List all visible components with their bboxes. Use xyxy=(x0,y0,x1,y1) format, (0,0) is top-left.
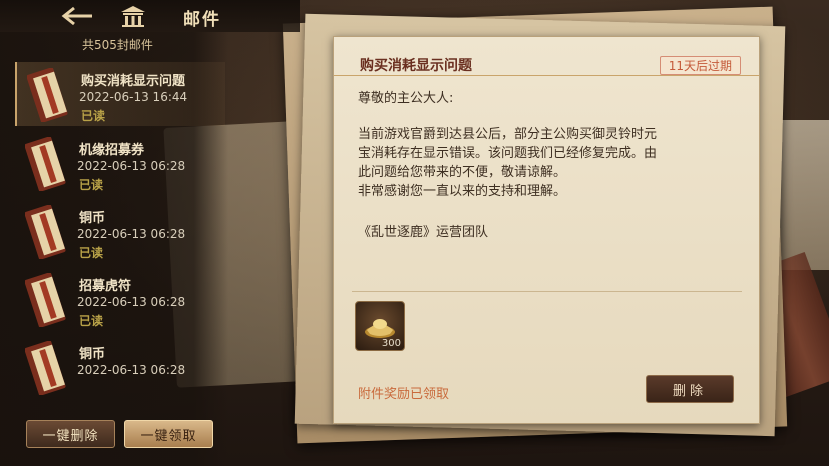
mail-title: 铜币 xyxy=(79,347,106,362)
mail-date: 2022-06-13 06:28 xyxy=(77,363,186,377)
mail-detail-header: 购买消耗显示问题 11天后过期 xyxy=(334,53,759,76)
mail-title: 机缘招募券 xyxy=(79,143,145,158)
mail-body-line: 此问题给您带来的不便，敬请谅解。 xyxy=(358,165,567,180)
page-title: 邮件 xyxy=(183,10,221,30)
mail-title: 购买消耗显示问题 xyxy=(81,74,186,89)
mail-greeting: 尊敬的主公大人: xyxy=(358,91,454,106)
delete-all-button[interactable]: 一键删除 xyxy=(26,420,115,448)
mail-body-line: 当前游戏官爵到达县公后，部分主公购买御灵铃时元 xyxy=(358,127,658,142)
mail-detail-title: 购买消耗显示问题 xyxy=(360,58,472,74)
mail-detail-paper: 购买消耗显示问题 11天后过期 尊敬的主公大人: 当前游戏官爵到达县公后，部分主… xyxy=(333,36,760,424)
mail-list-item[interactable]: 购买消耗显示问题 2022-06-13 16:44 已读 xyxy=(15,62,225,126)
pavilion-home-icon xyxy=(121,6,145,27)
mail-body-line: 非常感谢您一直以来的支持和理解。 xyxy=(358,184,567,199)
mail-date: 2022-06-13 16:44 xyxy=(79,90,188,104)
mail-signature: 《乱世逐鹿》运营团队 xyxy=(358,225,489,240)
delete-button[interactable]: 删除 xyxy=(646,375,734,403)
mail-count: 共505封邮件 xyxy=(82,38,153,52)
back-arrow-icon xyxy=(61,6,92,26)
top-bar: 邮件 xyxy=(0,0,300,32)
mail-status: 已读 xyxy=(79,314,104,328)
mail-scroll-icon xyxy=(25,205,66,259)
attachment-item[interactable]: 300 xyxy=(355,301,405,351)
mail-list-item[interactable]: 机缘招募券 2022-06-13 06:28 已读 xyxy=(15,131,223,195)
mail-list-item[interactable]: 招募虎符 2022-06-13 06:28 已读 xyxy=(15,267,223,331)
mail-title: 招募虎符 xyxy=(79,279,132,294)
mail-status: 已读 xyxy=(79,178,104,192)
mail-status: 已读 xyxy=(79,246,104,260)
mail-scroll-icon xyxy=(25,137,66,191)
mail-scroll-icon xyxy=(25,273,66,327)
mail-date: 2022-06-13 06:28 xyxy=(77,295,186,309)
claimed-status: 附件奖励已领取 xyxy=(358,387,450,402)
mail-status: 已读 xyxy=(81,109,106,123)
mail-list-item[interactable]: 铜币 2022-06-13 06:28 已读 xyxy=(15,199,223,263)
mail-title: 铜币 xyxy=(79,211,106,226)
mail-list-item[interactable]: 铜币 2022-06-13 06:28 xyxy=(15,335,223,399)
expire-badge: 11天后过期 xyxy=(659,56,741,75)
attachment-divider xyxy=(352,291,742,292)
home-button[interactable] xyxy=(120,5,146,27)
mail-date: 2022-06-13 06:28 xyxy=(77,159,186,173)
claim-all-button[interactable]: 一键领取 xyxy=(124,420,213,448)
mail-body-line: 宝消耗存在显示错误。该问题我们已经修复完成。由 xyxy=(358,146,658,161)
mail-body: 当前游戏官爵到达县公后，部分主公购买御灵铃时元 宝消耗存在显示错误。该问题我们已… xyxy=(358,125,738,201)
back-button[interactable] xyxy=(60,6,94,26)
attachment-quantity: 300 xyxy=(381,338,401,349)
mail-scroll-icon xyxy=(27,68,68,122)
mail-date: 2022-06-13 06:28 xyxy=(77,227,186,241)
mail-scroll-icon xyxy=(25,341,66,395)
